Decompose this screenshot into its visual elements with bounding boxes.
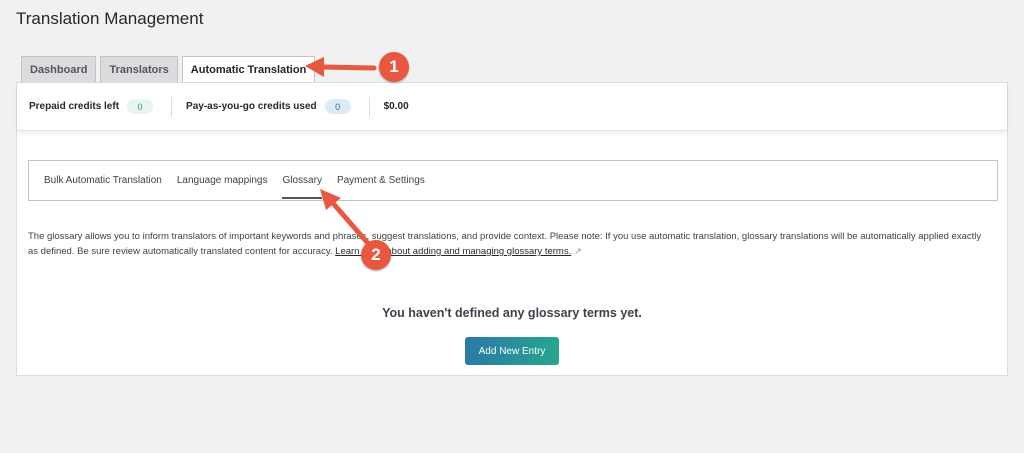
credits-amount: $0.00 [383,101,409,112]
credits-bar: Prepaid credits left 0 Pay-as-you-go cre… [17,83,1007,131]
payg-credits: Pay-as-you-go credits used 0 [186,99,351,114]
tab-glossary[interactable]: Glossary [282,160,323,201]
glossary-description: The glossary allows you to inform transl… [28,229,988,259]
sub-tabs: Bulk Automatic Translation Language mapp… [28,160,998,201]
tab-automatic-translation[interactable]: Automatic Translation [181,56,316,83]
prepaid-credits-label: Prepaid credits left [29,101,120,112]
callout-2: 2 [361,240,391,270]
tab-dashboard[interactable]: Dashboard [21,56,97,82]
divider [171,96,173,117]
top-tabs: Dashboard Translators Automatic Translat… [21,56,316,83]
external-link-icon: ↗ [574,246,582,256]
tab-language-mappings[interactable]: Language mappings [177,160,268,201]
page-title: Translation Management [16,9,204,28]
tab-bulk-automatic-translation[interactable]: Bulk Automatic Translation [44,160,162,201]
empty-state-message: You haven't defined any glossary terms y… [382,306,642,320]
arrow-1 [305,57,377,77]
callout-1: 1 [379,52,409,82]
prepaid-credits-badge: 0 [127,99,154,114]
main-panel: Prepaid credits left 0 Pay-as-you-go cre… [16,82,1008,376]
add-new-entry-button[interactable]: Add New Entry [465,337,559,365]
divider [368,96,370,117]
payg-credits-badge: 0 [324,99,351,114]
tab-payment-settings[interactable]: Payment & Settings [337,160,425,201]
payg-credits-label: Pay-as-you-go credits used [186,101,317,112]
tab-translators[interactable]: Translators [100,56,178,82]
prepaid-credits: Prepaid credits left 0 [29,99,154,114]
